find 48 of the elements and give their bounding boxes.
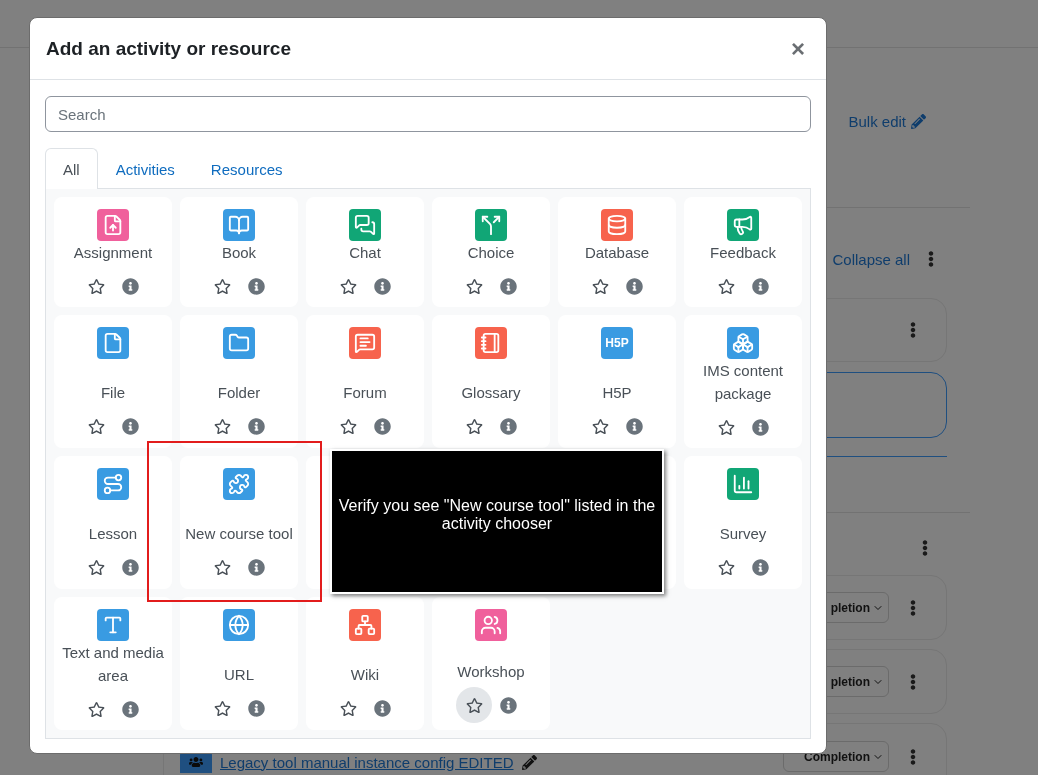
activity-card[interactable]: Forum [306,315,424,448]
activity-card[interactable]: Folder [180,315,298,448]
activity-name: Workshop [456,662,526,682]
activity-name: Lesson [87,524,139,544]
tab[interactable]: All [45,148,98,189]
search-field[interactable]: Search [45,96,811,132]
activity-name: Folder [216,383,262,403]
activity-card[interactable]: Lesson [54,456,172,589]
activity-card[interactable]: Database [558,197,676,307]
activity-name: New course tool [184,524,294,544]
activity-name: Text and media area [61,643,165,686]
activity-name: H5P [601,383,633,403]
activity-name: URL [223,665,255,685]
activity-card[interactable]: Glossary [432,315,550,448]
activity-name: IMS content package [701,361,784,404]
activity-card[interactable]: Wiki [306,597,424,730]
activity-name: Feedback [709,243,777,263]
activity-name: Chat [348,243,382,263]
activity-name: Book [220,243,258,263]
close-button[interactable]: × [787,36,809,61]
activity-name: Choice [466,243,516,263]
activity-card[interactable]: Workshop [432,597,550,730]
activity-name: Assignment [72,243,154,263]
activity-card[interactable]: Assignment [54,197,172,307]
activity-card[interactable]: IMS content package [684,315,802,448]
activity-card[interactable]: Feedback [684,197,802,307]
tab[interactable]: Activities [97,148,193,189]
activity-name: Forum [342,383,388,403]
activity-name: Glossary [460,383,522,403]
activity-card[interactable]: URL [180,597,298,730]
activity-card[interactable]: Text and media area [54,597,172,730]
tab[interactable]: Resources [192,148,301,189]
modal-title: Add an activity or resource [46,37,291,60]
activity-card[interactable]: File [54,315,172,448]
tooltip-text: Verify you see "New course tool" listed in the activity chooser [338,496,656,533]
activity-name: Survey [718,524,768,544]
pencil-icon[interactable] [521,754,537,770]
activity-card[interactable]: Book [180,197,298,307]
activity-name: File [99,383,127,403]
activity-name: Wiki [349,665,381,685]
activity-card[interactable]: Chat [306,197,424,307]
activity-card[interactable]: H5P H5P [558,315,676,448]
activity-card[interactable]: Choice [432,197,550,307]
activity-name: Database [583,243,651,263]
pencil-icon [911,113,926,129]
activity-card[interactable]: New course tool [180,456,298,589]
logo-tile: H5P [601,327,633,359]
activity-card[interactable]: Survey [684,456,802,589]
